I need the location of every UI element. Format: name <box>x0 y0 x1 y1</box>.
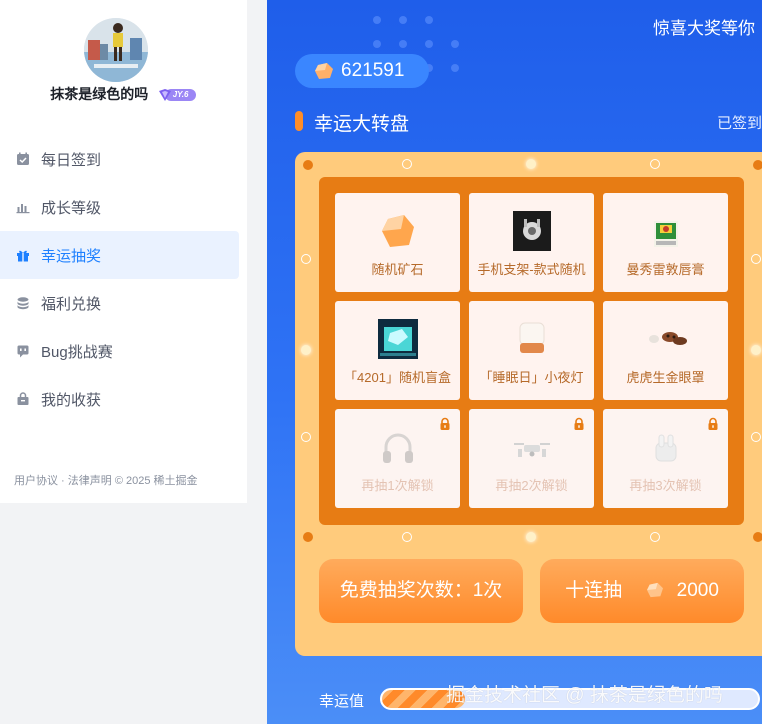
section-title: 幸运大转盘 <box>314 114 410 135</box>
prize-label: 曼秀雷敦唇膏 <box>626 262 705 277</box>
sidebar-item-lucky-draw[interactable]: 幸运抽奖 <box>0 231 239 279</box>
prize-label: 再抽2次解锁 <box>495 478 568 493</box>
prize-cell[interactable]: 「睡眠日」小夜灯 <box>469 301 594 400</box>
board-bulb <box>301 345 311 355</box>
ore-icon <box>647 582 664 598</box>
board-bulb <box>303 532 313 542</box>
sidebar-item-label: Bug挑战赛 <box>41 343 113 361</box>
night-lamp-icon <box>519 322 544 353</box>
board-bulb <box>526 159 536 169</box>
board-bulb <box>301 254 311 264</box>
sidebar-item-bug-challenge[interactable]: Bug挑战赛 <box>0 327 239 375</box>
sidebar-item-label: 成长等级 <box>41 199 102 217</box>
board-bulb <box>303 160 313 170</box>
ten-draw-label: 十连抽 <box>565 580 623 601</box>
level-badge[interactable]: JY.6 <box>158 88 197 102</box>
prize-cell-locked[interactable]: 再抽3次解锁 <box>603 409 728 508</box>
sidebar-footer[interactable]: 用户协议 · 法律声明 © 2025 稀土掘金 <box>14 472 198 488</box>
lip-balm-icon <box>653 221 678 247</box>
avatar[interactable] <box>84 18 148 82</box>
avatar-image <box>84 18 148 82</box>
board-bulb <box>753 532 762 542</box>
prize-cell[interactable]: 手机支架-款式随机 <box>469 193 594 292</box>
luck-label: 幸运值 <box>319 693 365 710</box>
prize-label: 「睡眠日」小夜灯 <box>479 370 584 385</box>
sidebar-item-label: 幸运抽奖 <box>41 247 102 265</box>
drone-icon <box>513 443 550 457</box>
board-bulb <box>753 160 762 170</box>
free-draw-button[interactable]: 免费抽奖次数：1次 <box>319 559 523 629</box>
prize-cell-locked[interactable]: 再抽1次解锁 <box>335 409 460 508</box>
free-draw-label: 免费抽奖次数：1次 <box>339 580 503 601</box>
ore-balance[interactable]: 621591 <box>295 54 429 88</box>
board-bulb <box>402 159 412 169</box>
phone-stand-icon <box>512 211 551 251</box>
sidebar: 抹茶是绿色的吗 JY.6 每日签到 成长等级 幸运抽奖 福利兑换 Bug挑战赛 … <box>0 0 247 503</box>
board-bulb <box>402 532 412 542</box>
sidebar-menu: 每日签到 成长等级 幸运抽奖 福利兑换 Bug挑战赛 我的收获 <box>0 135 247 423</box>
board-bulb <box>650 532 660 542</box>
board-bulb <box>526 532 536 542</box>
sidebar-item-welfare-exchange[interactable]: 福利兑换 <box>0 279 239 327</box>
prize-grid: 随机矿石 手机支架-款式随机 曼秀雷敦唇膏 「4201」随机盲盒 「睡眠日」小夜… <box>319 177 744 525</box>
level-text: JY.6 <box>172 89 189 99</box>
sidebar-item-my-harvest[interactable]: 我的收获 <box>0 375 239 423</box>
board-bulb <box>751 345 761 355</box>
headphones-icon <box>382 433 413 463</box>
gift-icon <box>16 248 30 262</box>
prize-cell[interactable]: 虎虎生金眼罩 <box>603 301 728 400</box>
ore-icon <box>381 215 414 247</box>
blind-box-icon <box>377 319 418 359</box>
bug-icon <box>16 344 30 358</box>
sidebar-item-label: 我的收获 <box>41 391 102 409</box>
board-bulb <box>751 254 761 264</box>
board-bulb <box>650 159 660 169</box>
prize-label: 手机支架-款式随机 <box>477 262 586 277</box>
username-row: 抹茶是绿色的吗 JY.6 <box>0 84 247 104</box>
sidebar-item-label: 每日签到 <box>41 151 102 169</box>
sidebar-item-label: 福利兑换 <box>41 295 102 313</box>
watermark: 掘金技术社区 @ 抹茶是绿色的吗 <box>446 685 723 706</box>
lottery-board: 随机矿石 手机支架-款式随机 曼秀雷敦唇膏 「4201」随机盲盒 「睡眠日」小夜… <box>295 152 762 656</box>
prize-label: 「4201」随机盲盒 <box>344 370 451 385</box>
prize-label: 虎虎生金眼罩 <box>626 370 705 385</box>
ten-draw-cost: 2000 <box>676 580 719 601</box>
sidebar-item-growth-level[interactable]: 成长等级 <box>0 183 239 231</box>
username[interactable]: 抹茶是绿色的吗 <box>50 86 148 102</box>
prize-label: 再抽1次解锁 <box>361 478 434 493</box>
marquee-text: 惊喜大奖等你 <box>653 19 755 38</box>
sidebar-item-daily-checkin[interactable]: 每日签到 <box>0 135 239 183</box>
lucky-draw-panel: 惊喜大奖等你 621591 幸运大转盘 已签到 随机矿石 手机支架-款式随机 曼… <box>267 0 762 724</box>
calendar-check-icon <box>16 152 30 166</box>
prize-label: 再抽3次解锁 <box>629 478 702 493</box>
coin-stack-icon <box>16 296 30 310</box>
bag-icon <box>16 392 30 406</box>
prize-cell[interactable]: 随机矿石 <box>335 193 460 292</box>
ten-draw-button[interactable]: 十连抽 2000 <box>540 559 744 629</box>
bar-chart-icon <box>16 200 30 214</box>
board-bulb <box>751 432 761 442</box>
ten-draw-label-row: 十连抽 2000 <box>540 559 744 623</box>
board-bulb <box>301 432 311 442</box>
earbuds-icon <box>655 434 676 462</box>
prize-cell[interactable]: 「4201」随机盲盒 <box>335 301 460 400</box>
title-accent-bar <box>295 111 303 131</box>
eye-mask-icon <box>648 332 687 345</box>
prize-label: 随机矿石 <box>371 262 424 277</box>
ore-count: 621591 <box>341 60 405 81</box>
signed-status: 已签到 <box>717 115 762 132</box>
prize-cell[interactable]: 曼秀雷敦唇膏 <box>603 193 728 292</box>
ore-icon <box>315 63 333 79</box>
prize-cell-locked[interactable]: 再抽2次解锁 <box>469 409 594 508</box>
